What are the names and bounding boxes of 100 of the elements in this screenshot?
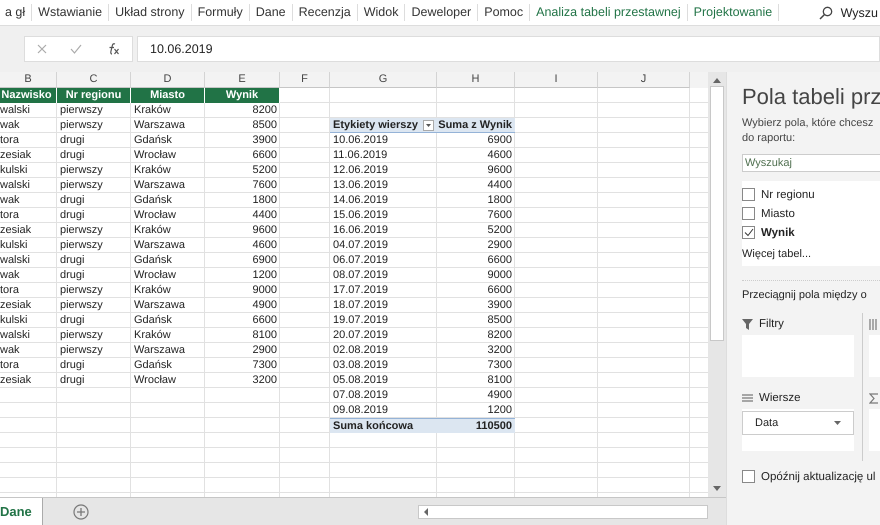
scroll-down-icon[interactable] [712, 486, 722, 492]
pivot-cell-text: 9600 [486, 163, 513, 178]
ribbon-tab[interactable]: a gł [0, 4, 32, 21]
check-icon[interactable] [70, 44, 82, 54]
field-checkbox[interactable] [742, 207, 755, 220]
column-header-cell: Nr regionu [57, 88, 131, 103]
pane-instruction: Wybierz pola, które chcesz do raportu: [742, 116, 874, 146]
table-cell-text: kulski [0, 163, 29, 178]
table-cell-text: 6900 [252, 253, 278, 268]
field-checkbox[interactable] [742, 188, 755, 201]
ribbon-tab[interactable]: Deweloper [405, 4, 478, 21]
pivot-cell-text: 13.06.2019 [332, 178, 390, 193]
pivot-cell-text: 8100 [486, 373, 513, 388]
ribbon-tab[interactable]: Układ strony [109, 4, 192, 21]
table-cell-text: Warszawa [133, 178, 186, 193]
pivot-cell-text: 4600 [486, 148, 513, 163]
pivot-cell-text: 3200 [486, 343, 513, 358]
pivot-cell-text: 17.07.2019 [332, 283, 390, 298]
table-cell-text: pierwszy [59, 283, 104, 298]
table-cell-text: walski [0, 328, 31, 343]
pivot-header-cell: Suma z Wynik [437, 118, 515, 133]
table-cell-text: 2900 [252, 343, 278, 358]
field-label: Nr regionu [761, 188, 815, 200]
table-cell-text: drugi [59, 208, 86, 223]
pivot-cell-text: 6600 [486, 253, 513, 268]
table-cell-text: drugi [59, 358, 86, 373]
column-letter[interactable]: J [598, 72, 690, 88]
table-cell-text: 4600 [252, 238, 278, 253]
scroll-up-icon[interactable] [712, 77, 722, 83]
table-cell-text: 6600 [252, 313, 278, 328]
table-cell-text: Warszawa [133, 238, 186, 253]
pivot-cell-text: 06.07.2019 [332, 253, 390, 268]
more-tables-link[interactable]: Więcej tabel... [742, 248, 880, 260]
table-cell-text: 9600 [252, 223, 278, 238]
table-cell-text: Kraków [133, 328, 172, 343]
columns-icon [869, 318, 878, 330]
table-cell-text: Kraków [133, 223, 172, 238]
ribbon-tab[interactable]: Projektowanie [688, 4, 780, 21]
ribbon-tab[interactable]: Recenzja [292, 4, 358, 21]
pivot-cell-text: 19.07.2019 [332, 313, 390, 328]
table-cell-text: 6600 [252, 148, 278, 163]
ribbon-tab[interactable]: Formuły [192, 4, 250, 21]
pivot-cell-text: 16.06.2019 [332, 223, 390, 238]
column-letter[interactable]: F [280, 72, 330, 88]
pivot-cell-text: 07.08.2019 [332, 388, 390, 403]
ribbon-tab[interactable]: Widok [358, 4, 406, 21]
pivot-cell-text: 4900 [486, 388, 513, 403]
column-letter[interactable]: G [330, 72, 437, 88]
rows-icon [742, 394, 753, 402]
table-cell-text: walski [0, 103, 31, 118]
table-cell-text: wak [0, 118, 21, 133]
cancel-icon[interactable] [36, 44, 47, 54]
table-cell-text: wak [0, 268, 21, 283]
pivot-cell-text: 18.07.2019 [332, 298, 390, 313]
field-checkbox[interactable] [742, 226, 755, 239]
field-search-input[interactable]: Wyszukaj [742, 154, 880, 172]
table-cell-text: 8200 [252, 103, 278, 118]
table-cell-text: Gdańsk [133, 193, 173, 208]
table-cell-text: walski [0, 178, 31, 193]
table-cell-text: Gdańsk [133, 313, 173, 328]
table-cell-text: Gdańsk [133, 133, 173, 148]
table-cell-text: tora [0, 283, 20, 298]
filter-dropdown-button[interactable] [423, 120, 434, 130]
table-cell-text: pierwszy [59, 103, 104, 118]
search-icon[interactable] [818, 6, 833, 20]
table-cell-text: wak [0, 343, 21, 358]
table-cell-text: 4400 [252, 208, 278, 223]
column-letter[interactable]: H [437, 72, 515, 88]
caret-icon [426, 124, 431, 126]
pivot-cell-text: 5200 [486, 223, 513, 238]
pivot-cell-text: 9000 [486, 268, 513, 283]
table-cell-text: pierwszy [59, 163, 104, 178]
ribbon-tab[interactable]: Dane [250, 4, 293, 21]
tell-me-search[interactable]: Wyszu [840, 6, 880, 20]
table-cell-text: pierwszy [59, 118, 104, 133]
area-field-dropdown[interactable]: Data [742, 411, 854, 435]
sheet-tab[interactable]: Dane [0, 498, 43, 525]
formula-input[interactable]: 10.06.2019 [137, 36, 880, 62]
pivot-cell-text: 10.06.2019 [332, 133, 390, 148]
table-cell-text: 9000 [252, 283, 278, 298]
filter-icon [742, 318, 753, 330]
table-cell-text: kulski [0, 238, 29, 253]
header-label: Etykiety wierszy [333, 118, 418, 132]
add-sheet-icon[interactable] [73, 504, 89, 520]
caret-icon [834, 421, 841, 425]
ribbon-tab[interactable]: Analiza tabeli przestawnej [530, 4, 688, 21]
ribbon-tab[interactable]: Pomoc [478, 4, 530, 21]
table-cell-text: tora [0, 208, 20, 223]
column-header-cell: Miasto [131, 88, 205, 103]
ribbon-tab[interactable]: Wstawianie [32, 4, 110, 21]
defer-checkbox[interactable] [742, 470, 755, 483]
table-cell-text: wak [0, 193, 21, 208]
horizontal-scrollbar[interactable] [418, 504, 708, 518]
table-cell-text: Warszawa [133, 298, 186, 313]
field-label: Wynik [761, 226, 795, 238]
column-letter[interactable]: I [515, 72, 598, 88]
scroll-left-icon[interactable] [423, 506, 429, 516]
table-cell-text: Wrocław [133, 148, 177, 163]
table-cell-text: drugi [59, 133, 86, 148]
vertical-scrollbar[interactable] [708, 72, 726, 497]
